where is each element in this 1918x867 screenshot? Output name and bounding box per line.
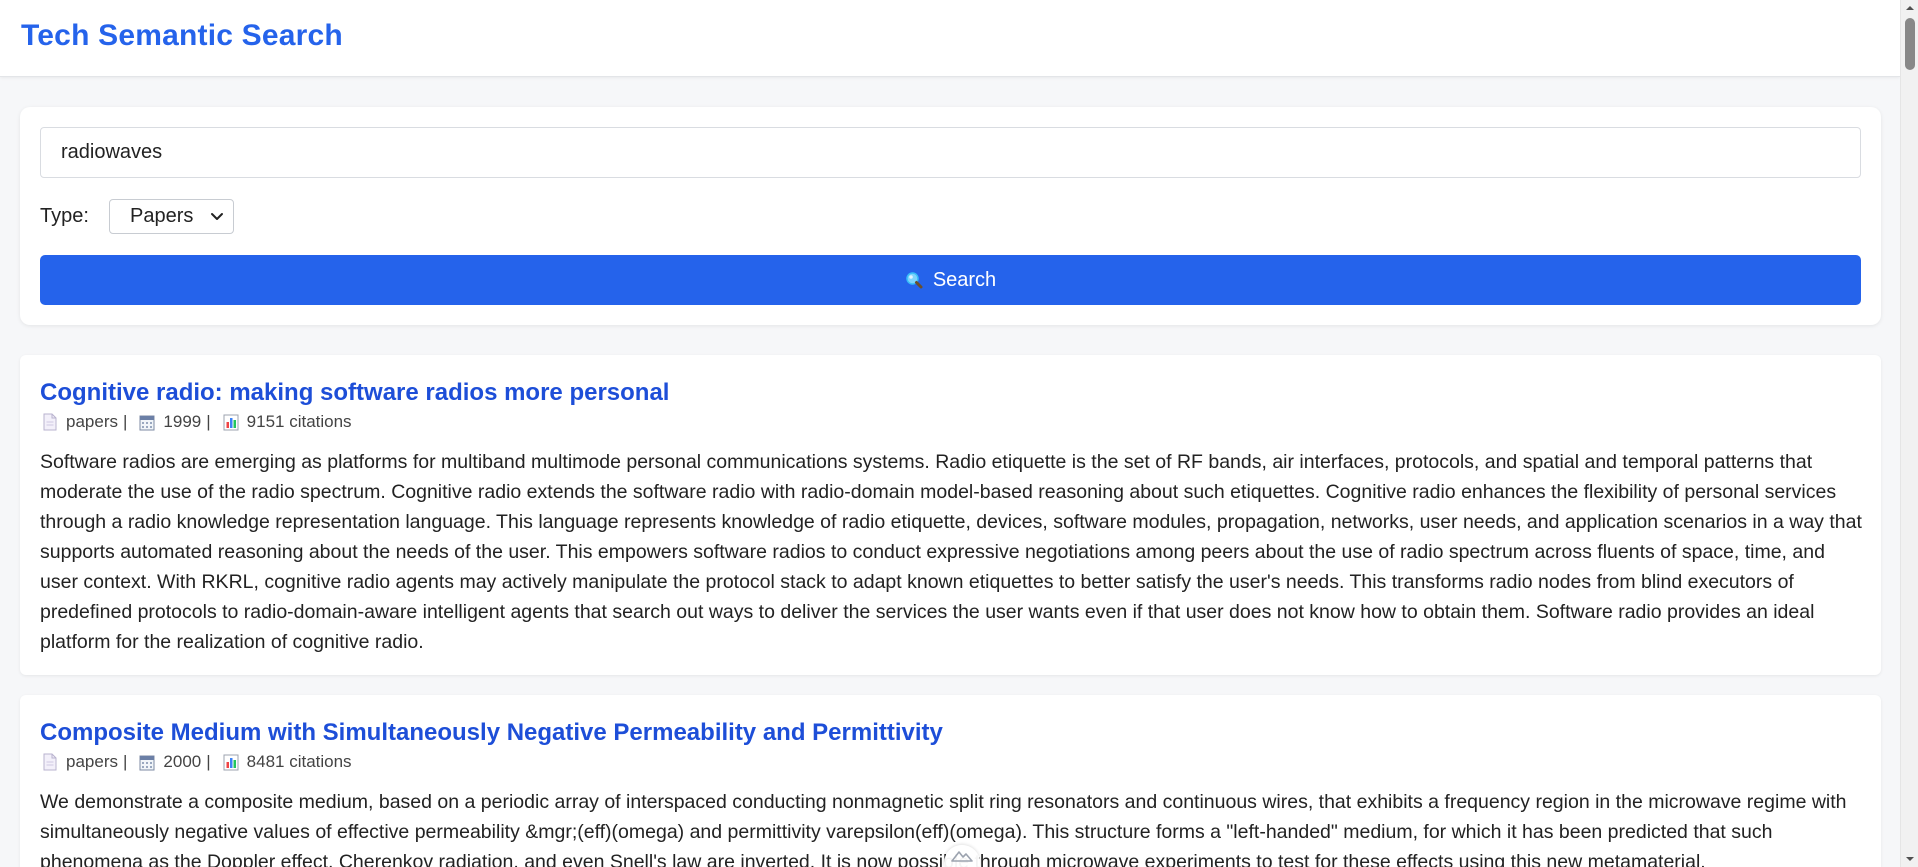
- document-icon: [43, 413, 57, 431]
- type-label: Type:: [40, 205, 89, 227]
- type-select[interactable]: Papers: [109, 199, 234, 234]
- search-button[interactable]: Search: [40, 255, 1861, 305]
- result-title-link[interactable]: Composite Medium with Simultaneously Neg…: [40, 719, 943, 747]
- search-button-label: Search: [932, 268, 997, 291]
- app-header: Tech Semantic Search: [0, 0, 1900, 77]
- chevron-down-icon: [211, 213, 223, 220]
- result-title-link[interactable]: Cognitive radio: making software radios …: [40, 379, 669, 407]
- magnifier-icon: [906, 272, 923, 289]
- result-meta: papers | 1999 | 9151 citations: [40, 411, 352, 433]
- bar-chart-icon: [223, 754, 239, 771]
- document-icon: [43, 753, 57, 771]
- result-type: papers: [66, 412, 118, 431]
- result-abstract: Software radios are emerging as platform…: [40, 451, 1862, 653]
- search-input[interactable]: [40, 127, 1861, 178]
- result-card: Cognitive radio: making software radios …: [20, 355, 1881, 675]
- calendar-icon: [139, 755, 155, 771]
- type-select-value: Papers: [130, 205, 194, 227]
- mountain-icon: [951, 851, 973, 862]
- result-meta: papers | 2000 | 8481 citations: [40, 751, 352, 773]
- result-type: papers: [66, 752, 118, 771]
- bar-chart-icon: [223, 414, 239, 431]
- scroll-up-arrow-icon[interactable]: [1905, 3, 1915, 13]
- search-panel: Type: Papers Search: [20, 107, 1881, 325]
- result-card: Composite Medium with Simultaneously Neg…: [20, 695, 1881, 867]
- calendar-icon: [139, 415, 155, 431]
- scrollbar-thumb[interactable]: [1905, 18, 1915, 70]
- scroll-down-arrow-icon[interactable]: [1905, 854, 1915, 864]
- result-year: 2000: [163, 752, 202, 771]
- result-year: 1999: [163, 412, 202, 431]
- page-scrollbar[interactable]: [1900, 0, 1918, 867]
- result-citations: 9151 citations: [246, 412, 352, 431]
- result-citations: 8481 citations: [246, 752, 352, 771]
- app-title: Tech Semantic Search: [21, 19, 343, 52]
